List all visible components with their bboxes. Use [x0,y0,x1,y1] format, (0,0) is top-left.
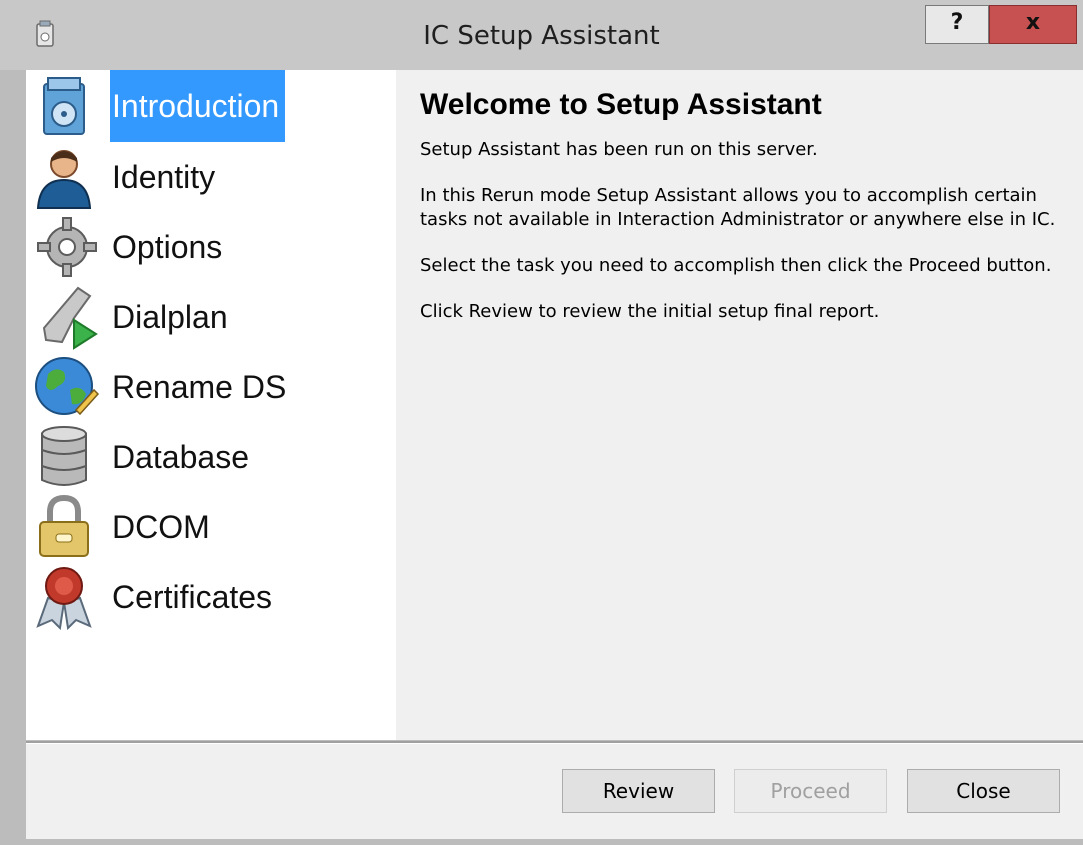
button-bar: Review Proceed Close [26,744,1083,839]
sidebar-item-label: Dialplan [112,299,228,335]
sidebar-item-label: Rename DS [112,369,287,405]
sidebar-item-dcom[interactable]: DCOM [34,492,394,562]
sidebar-item-label: Introduction [110,70,286,142]
sidebar-item-label: Identity [112,159,216,195]
title-bar[interactable]: IC Setup Assistant ? x [0,0,1083,70]
sidebar-item-options[interactable]: Options [34,212,394,282]
user-icon [36,150,92,209]
setup-assistant-window: IC Setup Assistant ? x Introduction Iden… [0,0,1083,845]
review-button[interactable]: Review [562,769,715,813]
close-button[interactable]: Close [907,769,1060,813]
review-paragraph: Click Review to review the initial setup… [420,301,880,322]
page-title: Welcome to Setup Assistant [420,88,822,121]
sidebar-item-certificates[interactable]: Certificates [34,562,394,632]
main-panel: Welcome to Setup Assistant Setup Assista… [420,88,1070,346]
sidebar-item-introduction[interactable]: Introduction [34,70,394,142]
window-border [0,839,1083,845]
globe-pencil-icon [35,357,100,416]
sidebar-item-label: Certificates [112,579,273,615]
select-task-paragraph: Select the task you need to accomplish t… [420,255,1052,276]
content-area: Introduction Identity Options Dialplan R… [26,70,1083,740]
gear-icon [37,217,97,277]
sidebar-item-label: Database [112,439,249,475]
sidebar: Introduction Identity Options Dialplan R… [26,70,396,740]
proceed-button[interactable]: Proceed [734,769,887,813]
sidebar-item-rename-ds[interactable]: Rename DS [34,352,394,422]
intro-paragraph: Setup Assistant has been run on this ser… [420,139,818,160]
database-icon [41,426,87,486]
rerun-mode-paragraph: In this Rerun mode Setup Assistant allow… [420,185,1056,230]
lock-icon [39,494,89,557]
sidebar-item-dialplan[interactable]: Dialplan [34,282,394,352]
sidebar-item-label: Options [112,229,223,265]
setup-box-icon [43,77,85,135]
window-title: IC Setup Assistant [423,21,660,51]
sidebar-item-identity[interactable]: Identity [34,142,394,212]
help-button[interactable]: ? [925,5,989,44]
certificate-seal-icon [36,567,92,630]
window-close-button[interactable]: x [989,5,1077,44]
sidebar-item-database[interactable]: Database [34,422,394,492]
phone-play-icon [42,286,98,350]
sidebar-item-label: DCOM [112,509,210,545]
